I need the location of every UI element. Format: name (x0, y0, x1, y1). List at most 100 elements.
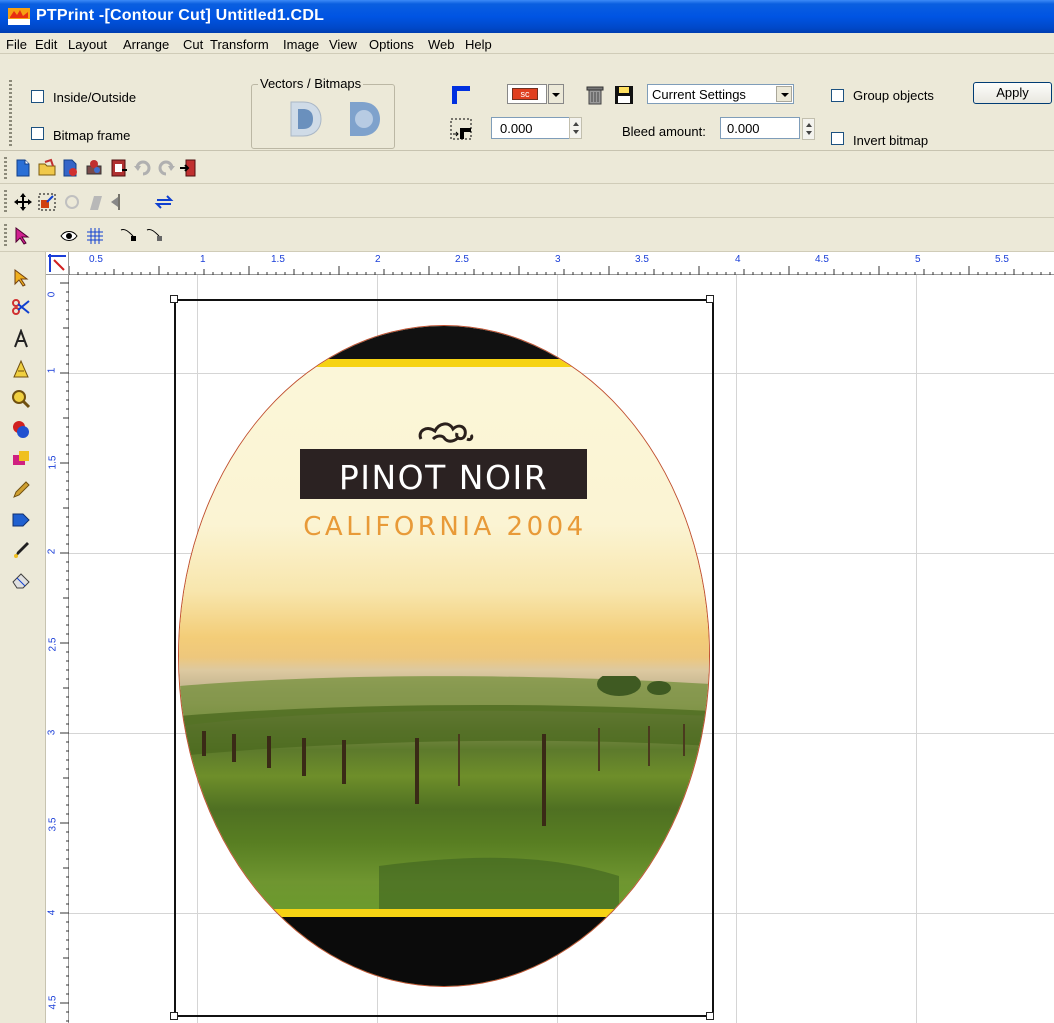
cut-color-dropdown[interactable] (548, 84, 564, 104)
menu-image[interactable]: Image (283, 37, 319, 52)
inside-outside-label: Inside/Outside (53, 90, 137, 105)
window-title: PTPrint -[Contour Cut] Untitled1.CDL (36, 7, 325, 24)
menu-arrange[interactable]: Arrange (123, 37, 169, 52)
ruler-label: 3.5 (635, 254, 649, 265)
standard-toolbar (0, 152, 1054, 184)
delete-node-icon[interactable] (145, 226, 165, 246)
redo-icon[interactable] (156, 158, 176, 178)
ruler-label: 2 (375, 254, 381, 265)
trash-icon[interactable] (584, 84, 606, 106)
add-node-icon[interactable] (119, 226, 139, 246)
menu-transform[interactable]: Transform (210, 37, 269, 52)
undo-icon[interactable] (133, 158, 153, 178)
ruler-label: 2 (46, 548, 58, 555)
bitmap-frame-checkbox[interactable] (31, 127, 44, 140)
pen-tool-icon[interactable] (11, 540, 31, 560)
apply-button[interactable]: Apply (973, 82, 1052, 104)
resize-handle-top-left[interactable] (170, 295, 178, 303)
menu-web[interactable]: Web (428, 37, 455, 52)
invert-bitmap-label: Invert bitmap (853, 133, 929, 148)
chevron-down-icon[interactable] (776, 86, 792, 102)
toolbar-grip[interactable] (4, 157, 7, 179)
resize-handle-bottom-right[interactable] (706, 1012, 714, 1020)
group-objects-label: Group objects (853, 88, 934, 103)
ruler-origin[interactable] (46, 252, 69, 275)
corner-style-icon[interactable] (450, 84, 472, 106)
text-tool-icon[interactable] (11, 329, 31, 349)
mirror-icon[interactable] (109, 192, 129, 212)
vectors-d-icon[interactable] (285, 98, 325, 140)
exit-icon[interactable] (178, 158, 198, 178)
offset-input[interactable]: 0.000 (491, 117, 571, 139)
menu-edit[interactable]: Edit (35, 37, 57, 52)
ruler-label: 3 (555, 254, 561, 265)
ruler-label: 4 (46, 909, 58, 916)
toolbox (0, 252, 46, 1023)
toolbar-grip[interactable] (4, 190, 7, 212)
resize-handle-bottom-left[interactable] (170, 1012, 178, 1020)
artistic-text-tool-icon[interactable] (11, 359, 31, 379)
node-toolbar (0, 219, 1054, 252)
ruler-label: 4 (735, 254, 741, 265)
app-logo-icon (8, 8, 30, 25)
menu-cut[interactable]: Cut (183, 37, 203, 52)
selection-frame[interactable] (174, 299, 714, 1017)
pencil-tool-icon[interactable] (11, 480, 31, 500)
ruler-label: 1.5 (271, 254, 285, 265)
menu-help[interactable]: Help (465, 37, 492, 52)
menu-layout[interactable]: Layout (68, 37, 107, 52)
cut-color-button[interactable]: sc (507, 84, 547, 104)
ruler-label: 2.5 (455, 254, 469, 265)
bitmap-frame-label: Bitmap frame (53, 128, 131, 143)
skew-icon[interactable] (86, 192, 106, 212)
export-icon[interactable] (109, 158, 129, 178)
ruler-label: 0 (46, 291, 58, 298)
zoom-tool-icon[interactable] (11, 389, 31, 409)
ruler-label: 3.5 (47, 817, 59, 832)
knife-tool-icon[interactable] (11, 297, 31, 317)
menu-view[interactable]: View (329, 37, 357, 52)
ruler-label: 3 (46, 729, 58, 736)
offset-spinner[interactable] (569, 117, 582, 139)
vertical-ruler[interactable]: 0 1 1.5 2 2.5 3 3.5 4 4.5 (46, 275, 69, 1023)
eraser-tool-icon[interactable] (11, 570, 31, 590)
resize-handle-top-right[interactable] (706, 295, 714, 303)
print-icon[interactable] (84, 158, 104, 178)
ruler-label: 4.5 (47, 995, 59, 1010)
flip-icon[interactable] (154, 192, 174, 212)
group-objects-checkbox[interactable] (831, 89, 844, 102)
open-icon[interactable] (37, 158, 57, 178)
inside-outside-checkbox[interactable] (31, 90, 44, 103)
title-bar: PTPrint -[Contour Cut] Untitled1.CDL (0, 0, 1054, 33)
preset-select[interactable]: Current Settings (647, 84, 794, 104)
toolbar-grip[interactable] (9, 80, 12, 146)
horizontal-ruler[interactable]: 0.5 1 1.5 2 2.5 3 3.5 4 4.5 5 5.5 (46, 252, 1054, 275)
bleed-amount-input[interactable]: 0.000 (720, 117, 800, 139)
ruler-label: 1.5 (47, 455, 59, 470)
toolbar-grip[interactable] (4, 224, 7, 246)
save-icon[interactable] (60, 158, 80, 178)
fill-tool-icon[interactable] (11, 449, 31, 469)
transform-toolbar (0, 185, 1054, 218)
move-icon[interactable] (13, 192, 33, 212)
pointer-tool-icon[interactable] (11, 268, 31, 288)
bleed-amount-spinner[interactable] (802, 118, 815, 140)
view-node-icon[interactable] (59, 226, 79, 246)
scale-icon[interactable] (37, 192, 57, 212)
shape-tool-icon[interactable] (11, 419, 31, 439)
ruler-ticks (68, 266, 1051, 275)
pick-node-icon[interactable] (13, 226, 33, 246)
bitmaps-d-icon[interactable] (344, 98, 384, 140)
menu-file[interactable]: File (6, 37, 27, 52)
drawing-canvas[interactable]: PINOT NOIR CALIFORNIA 2004 (69, 275, 1054, 1023)
save-settings-icon[interactable] (613, 84, 635, 106)
invert-bitmap-checkbox[interactable] (831, 132, 844, 145)
menu-options[interactable]: Options (369, 37, 414, 52)
preset-value: Current Settings (652, 87, 746, 102)
new-document-icon[interactable] (13, 158, 33, 178)
ruler-label: 5.5 (995, 254, 1009, 265)
menu-bar: File Edit Layout Arrange Cut Transform I… (0, 33, 1054, 54)
grid-icon[interactable] (85, 226, 105, 246)
rotate-icon[interactable] (62, 192, 82, 212)
color-picker-tool-icon[interactable] (11, 510, 31, 530)
